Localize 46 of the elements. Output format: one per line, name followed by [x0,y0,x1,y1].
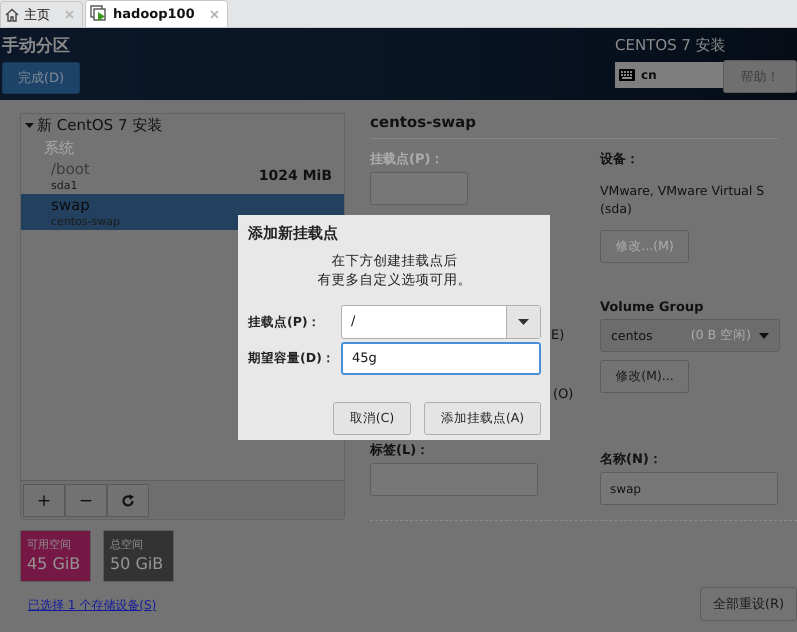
virtual-machine-icon [90,5,108,23]
partition-item[interactable]: /boot sda1 1024 MiB [21,158,344,194]
dropdown-arrow-icon[interactable] [518,319,529,325]
home-icon [5,8,19,22]
storage-devices-link[interactable]: 已选择 1 个存储设备(S) [28,597,156,614]
page-title: 手动分区 [2,35,71,57]
label-fragment: E) [551,328,566,343]
mount-point-label: 挂载点(P)： [370,151,444,168]
volume-group-label: Volume Group [600,300,704,315]
done-button[interactable]: 完成(D) [2,62,80,94]
capacity-label: 期望容量(D)： [248,350,336,367]
refresh-button[interactable] [107,484,149,517]
tab[interactable]: hadoop100 [85,0,228,27]
close-icon[interactable] [210,10,219,18]
partition-title: centos-swap [370,113,778,139]
dialog-message: 在下方创建挂载点后 有更多自定义选项可用。 [316,252,472,290]
reset-all-button[interactable]: 全部重设(R) [700,587,797,621]
cancel-button[interactable]: 取消(C) [333,402,411,435]
add-mount-point-button[interactable]: 添加挂载点(A) [424,402,541,435]
device-label: 设备： [600,151,640,168]
keyboard-icon [619,69,635,81]
volume-group-dropdown[interactable]: centos (0 B 空闲) [600,319,780,352]
space-value: 45 GiB [27,554,82,573]
refresh-icon [121,494,135,508]
modify-group-button[interactable]: 修改(M)... [600,360,689,393]
close-icon[interactable] [65,10,74,19]
name-field[interactable]: swap [600,472,778,505]
keyboard-layout-field[interactable]: cn [615,62,723,88]
label-fragment: (O) [553,387,574,402]
mount-point-combo[interactable]: / [341,305,541,339]
mount-point-field[interactable] [370,172,468,205]
tag-field[interactable] [370,463,538,496]
device-description: VMware, VMware Virtual S (sda) [600,182,766,218]
name-label: 名称(N)： [600,451,663,468]
product-title: CENTOS 7 安装 [615,36,726,55]
remove-button[interactable]: − [65,484,107,517]
capacity-field[interactable]: 45g [341,342,541,375]
space-label: 总空间 [110,537,144,552]
tab[interactable]: 主页 [0,1,83,27]
dropdown-arrow-icon [759,332,769,338]
mount-point-label: 挂载点(P)： [248,314,322,330]
add-button[interactable]: + [23,484,65,517]
group-header[interactable]: 新 CentOS 7 安装 [21,114,344,137]
tag-label: 标签(L)： [370,442,430,459]
space-value: 50 GiB [110,554,164,573]
space-label: 可用空间 [27,537,72,552]
